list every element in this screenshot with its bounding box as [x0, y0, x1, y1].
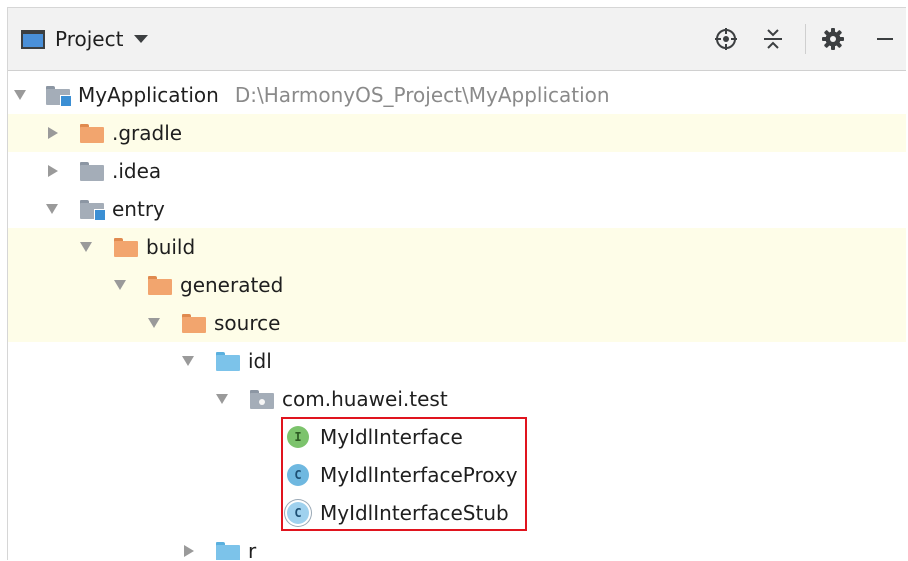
node-label: MyIdlInterfaceStub [320, 501, 509, 525]
project-view-label: Project [55, 27, 124, 51]
node-label: idl [248, 349, 272, 373]
expand-arrow-icon[interactable] [148, 318, 160, 328]
expand-arrow-icon[interactable] [216, 394, 228, 404]
node-label: r [248, 539, 257, 560]
tree-row: C MyIdlInterfaceStub [8, 494, 906, 532]
tree-row: com.huawei.test [8, 380, 906, 418]
tree-row: C MyIdlInterfaceProxy [8, 456, 906, 494]
node-label: MyIdlInterfaceProxy [320, 463, 518, 487]
node-label: generated [180, 273, 284, 297]
expand-arrow-icon[interactable] [182, 356, 194, 366]
node-label: MyIdlInterface [320, 425, 463, 449]
tree-node-build[interactable]: build [80, 228, 195, 266]
tree-node-idl[interactable]: idl [182, 342, 272, 380]
tree-row: r [8, 532, 906, 560]
tree-node-root[interactable]: MyApplication D:\HarmonyOS_Project\MyApp… [14, 76, 610, 114]
module-folder-icon [80, 199, 106, 221]
collapse-arrow-icon[interactable] [48, 127, 58, 139]
project-view-selector[interactable]: Project [21, 24, 149, 54]
gear-icon [822, 28, 844, 50]
tree-node-gradle[interactable]: .gradle [48, 114, 182, 152]
module-folder-icon [46, 85, 72, 107]
chevron-down-icon [134, 35, 149, 43]
folder-icon [80, 123, 104, 143]
locate-file-button[interactable] [711, 22, 741, 56]
tree-node-idea[interactable]: .idea [48, 152, 161, 190]
package-icon [250, 389, 274, 409]
tree-node-r[interactable]: r [184, 532, 256, 560]
interface-icon: I [287, 426, 309, 448]
tree-row: entry [8, 190, 906, 228]
node-label: source [214, 311, 281, 335]
crosshair-locate-icon [715, 28, 737, 50]
root-name: MyApplication [78, 83, 219, 107]
tree-row: build [8, 228, 906, 266]
project-view-icon [21, 29, 45, 49]
tree-row: .idea [8, 152, 906, 190]
tree-node-file[interactable]: I MyIdlInterface [287, 418, 463, 456]
collapse-arrow-icon[interactable] [184, 545, 194, 557]
source-folder-icon [216, 541, 240, 560]
folder-icon [80, 161, 104, 181]
class-icon: C [287, 464, 309, 486]
settings-button[interactable] [818, 22, 848, 56]
expand-arrow-icon[interactable] [46, 204, 58, 214]
node-label: .idea [112, 159, 162, 183]
expand-arrow-icon[interactable] [14, 90, 26, 100]
folder-icon [114, 237, 138, 257]
node-label: com.huawei.test [282, 387, 448, 411]
tree-row: .gradle [8, 114, 906, 152]
tree-node-source[interactable]: source [148, 304, 280, 342]
node-label: build [146, 235, 196, 259]
tree-row: source [8, 304, 906, 342]
tree-node-generated[interactable]: generated [114, 266, 283, 304]
source-folder-icon [216, 351, 240, 371]
expand-arrow-icon[interactable] [114, 280, 126, 290]
tree-row: I MyIdlInterface [8, 418, 906, 456]
project-tool-window: Project MyApplication D:\HarmonyOS_Proje… [7, 7, 906, 560]
node-label: entry [112, 197, 165, 221]
project-toolbar: Project [8, 8, 906, 71]
node-label: .gradle [112, 121, 183, 145]
tree-node-file[interactable]: C MyIdlInterfaceProxy [287, 456, 518, 494]
tree-node-package[interactable]: com.huawei.test [216, 380, 448, 418]
class-icon: C [287, 502, 309, 524]
expand-arrow-icon[interactable] [80, 242, 92, 252]
collapse-all-button[interactable] [758, 22, 788, 56]
root-path: D:\HarmonyOS_Project\MyApplication [234, 83, 610, 107]
folder-icon [182, 313, 206, 333]
minimize-icon [877, 38, 893, 40]
collapse-all-icon [764, 29, 782, 49]
tree-node-file[interactable]: C MyIdlInterfaceStub [287, 494, 509, 532]
tree-row: generated [8, 266, 906, 304]
hide-panel-button[interactable] [870, 22, 900, 56]
tree-node-entry[interactable]: entry [46, 190, 165, 228]
tree-row: MyApplication D:\HarmonyOS_Project\MyApp… [8, 76, 906, 114]
toolbar-separator [805, 24, 806, 54]
tree-row: idl [8, 342, 906, 380]
collapse-arrow-icon[interactable] [48, 165, 58, 177]
folder-icon [148, 275, 172, 295]
